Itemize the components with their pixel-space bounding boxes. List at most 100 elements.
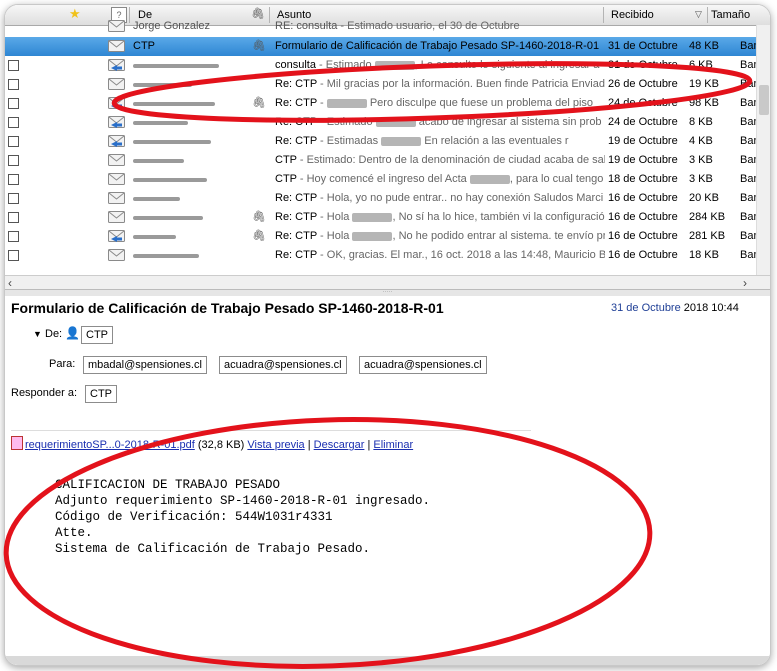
row-checkbox[interactable] [8,136,19,147]
scrollbar-thumb[interactable] [759,85,769,115]
attachment-download-link[interactable]: Descargar [314,439,365,451]
to-chip[interactable]: acuadra@spensiones.cl [359,356,487,374]
message-row[interactable]: 🖇 Re: CTP - Hola , No sí ha lo hice, tamb… [5,208,770,227]
to-chip[interactable]: acuadra@spensiones.cl [219,356,347,374]
row-size: 3 KB [689,154,713,166]
row-snippet: - Hola, yo no pude entrar.. no hay conex… [316,192,604,204]
message-row[interactable]: 🖇 Re: CTP - Hola , No he podido entrar al… [5,227,770,246]
envelope-icon [108,20,125,32]
row-size: 3 KB [689,173,713,185]
envelope-icon [108,40,125,52]
attachment-size: (32,8 KB) [197,439,245,451]
envelope-icon [108,173,125,185]
attachment-delete-link[interactable]: Eliminar [373,439,413,451]
reply-to-label: Responder a: [11,387,78,399]
row-snippet: - Estimadas [316,135,382,147]
row-sender-redacted [133,102,215,106]
collapse-triangle-icon[interactable]: ▼ [33,329,42,339]
row-checkbox[interactable] [8,79,19,90]
row-sender-redacted [133,64,219,68]
row-sender: CTP [133,40,155,52]
replied-envelope-icon [108,59,125,71]
envelope-icon [108,78,125,90]
from-label: De: [45,328,63,340]
row-checkbox[interactable] [8,174,19,185]
row-snippet: - Estimado [316,116,376,128]
row-size: 20 KB [689,192,719,204]
attachment-clip-icon: 🖇 [252,230,266,242]
attachment-clip-icon: 🖇 [252,211,266,223]
row-snippet: - Estimado: Dentro de la denominación de… [296,154,605,166]
row-subject-text: Re: CTP [275,116,317,128]
message-row[interactable]: CTP - Hoy comencé el ingreso del Acta , … [5,170,770,189]
row-subject: Re: CTP - Mil gracias por la información… [275,78,605,90]
row-subject-text: Re: CTP [275,78,317,90]
row-size: 281 KB [689,230,726,242]
attachment-preview-link[interactable]: Vista previa [247,439,304,451]
envelope-icon [108,192,125,204]
row-subject: consulta - Estimado , Le consulto lo sig… [275,59,605,71]
row-subject-text: Re: CTP [275,97,317,109]
message-body: CALIFICACION DE TRABAJO PESADO Adjunto r… [55,477,430,557]
row-size: 48 KB [689,40,719,52]
row-checkbox[interactable] [8,250,19,261]
row-sender-redacted [133,254,199,258]
to-chip[interactable]: mbadal@spensiones.cl [83,356,207,374]
row-snippet: - Estimado [315,59,375,71]
redacted-text [352,231,393,241]
row-date: 31 de Octubre [608,59,678,71]
message-row[interactable]: CTP - Estimado: Dentro de la denominació… [5,151,770,170]
redacted-text [374,60,415,70]
scroll-left-icon[interactable]: ‹ [8,276,12,290]
row-subject: Re: CTP - Estimado acabo de ingresar al … [275,116,605,128]
row-sender-redacted [133,159,184,163]
body-line: Sistema de Calificación de Trabajo Pesad… [55,542,371,556]
row-sender-redacted [133,178,207,182]
row-sender-redacted [133,83,192,87]
to-label: Para: [49,358,76,370]
preview-date-link[interactable]: 31 de Octubre [611,302,681,314]
row-snippet: - Estimado usuario, el 30 de Octubre [337,20,520,32]
message-row[interactable]: CTP 🖇 Formulario de Calificación de Trabaj… [5,37,770,56]
message-row[interactable]: 🖇 Re: CTP - Pero disculpe que fuese un pr… [5,94,770,113]
message-row[interactable]: Jorge Gonzalez RE: consulta - Estimado us… [5,17,770,36]
vertical-scrollbar[interactable] [756,25,770,275]
row-checkbox[interactable] [8,231,19,242]
row-subject-text: Re: CTP [275,135,317,147]
pdf-icon [11,436,23,450]
person-icon: 👤 [65,326,80,340]
body-line: Código de Verificación: 544W1031r4331 [55,510,333,524]
message-row[interactable]: Re: CTP - Estimado acabo de ingresar al … [5,113,770,132]
message-row[interactable]: Re: CTP - Mil gracias por la información… [5,75,770,94]
row-subject: Re: CTP - Pero disculpe que fuese un pro… [275,97,605,109]
from-chip[interactable]: CTP [81,326,113,344]
row-subject: Re: CTP - Hola, yo no pude entrar.. no h… [275,192,605,204]
row-subject: Re: CTP - Hola , No he podido entrar al … [275,230,605,242]
message-row[interactable]: Re: CTP - Hola, yo no pude entrar.. no h… [5,189,770,208]
row-checkbox[interactable] [8,117,19,128]
divider [11,430,531,431]
row-size: 98 KB [689,97,719,109]
replied-envelope-icon [108,116,125,128]
reply-to-chip[interactable]: CTP [85,385,117,403]
row-checkbox[interactable] [8,98,19,109]
row-checkbox[interactable] [8,155,19,166]
attachment-clip-icon: 🖇 [252,97,266,109]
attachment-name[interactable]: requerimientoSP...0-2018-R-01.pdf [25,439,195,451]
message-row[interactable]: consulta - Estimado , Le consulto lo sig… [5,56,770,75]
message-row[interactable]: Re: CTP - Estimadas En relación a las ev… [5,132,770,151]
row-checkbox[interactable] [8,193,19,204]
row-checkbox[interactable] [8,212,19,223]
message-row[interactable]: Re: CTP - OK, gracias. El mar., 16 oct. … [5,246,770,265]
row-subject: Re: CTP - Estimadas En relación a las ev… [275,135,605,147]
horizontal-scrollbar[interactable]: ‹ › [5,275,770,290]
row-subject-text: Re: CTP [275,211,317,223]
replied-envelope-icon [108,135,125,147]
row-sender-redacted [133,235,176,239]
row-subject: Re: CTP - Hola , No sí ha lo hice, tambi… [275,211,605,223]
redacted-text [326,98,367,108]
scroll-right-icon[interactable]: › [743,276,747,290]
message-list: ★ ? De 🖇 Asunto Recibido ▽ Tamaño Jorge … [5,5,770,293]
row-subject-text: CTP [275,154,297,166]
row-checkbox[interactable] [8,60,19,71]
